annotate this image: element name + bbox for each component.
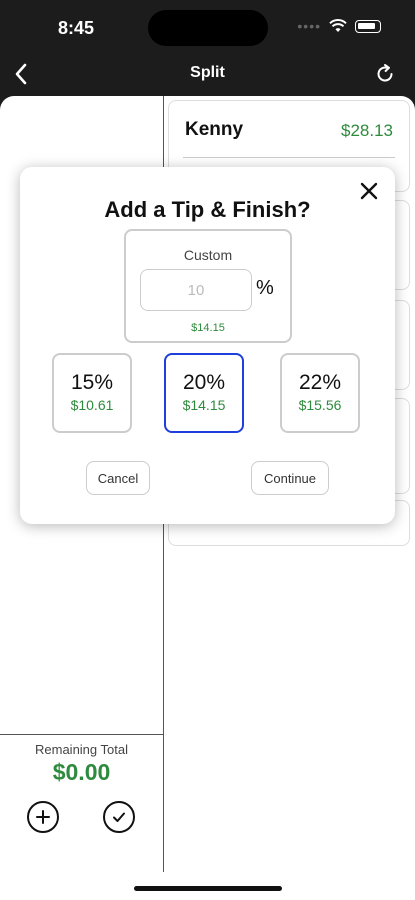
tip-modal: Add a Tip & Finish? Custom % $14.15 15% … (20, 167, 395, 524)
confirm-button[interactable] (103, 801, 135, 833)
tip-option-22[interactable]: 22% $15.56 (280, 353, 360, 433)
custom-tip-box: Custom % $14.15 (124, 229, 292, 343)
plus-icon (36, 810, 50, 824)
person-amount: $28.13 (341, 121, 393, 140)
home-indicator (134, 886, 282, 891)
status-icons: •••• (297, 18, 381, 34)
percent-sign: % (256, 277, 274, 299)
top-bar: 8:45 •••• Split (0, 0, 415, 96)
add-item-button[interactable] (27, 801, 59, 833)
custom-tip-amount: $14.15 (191, 322, 225, 334)
tip-percent: 20% (182, 371, 226, 394)
remaining-total-label: Remaining Total (35, 742, 128, 757)
tip-amount: $15.56 (298, 397, 342, 413)
wifi-icon (329, 19, 347, 32)
custom-tip-label: Custom (183, 247, 233, 263)
modal-title: Add a Tip & Finish? (104, 197, 311, 222)
person-name: Kenny (185, 119, 244, 140)
tip-percent: 22% (298, 371, 342, 394)
tip-option-20[interactable]: 20% $14.15 (164, 353, 244, 433)
nav-title: Split (190, 64, 225, 81)
dynamic-island (148, 10, 268, 46)
tip-amount: $10.61 (70, 397, 114, 413)
custom-tip-input[interactable] (140, 269, 252, 311)
tip-amount: $14.15 (182, 397, 226, 413)
tip-option-15[interactable]: 15% $10.61 (52, 353, 132, 433)
checkmark-icon (113, 812, 125, 822)
tip-percent: 15% (70, 371, 114, 394)
remaining-total-amount: $0.00 (52, 759, 111, 785)
cancel-button[interactable]: Cancel (86, 461, 150, 495)
card-divider (183, 157, 395, 158)
signal-icon: •••• (297, 18, 321, 34)
continue-button[interactable]: Continue (251, 461, 329, 495)
status-time: 8:45 (58, 18, 95, 38)
refresh-icon[interactable] (373, 62, 397, 86)
battery-icon (355, 19, 381, 33)
remaining-total-section: Remaining Total $0.00 (0, 734, 163, 874)
